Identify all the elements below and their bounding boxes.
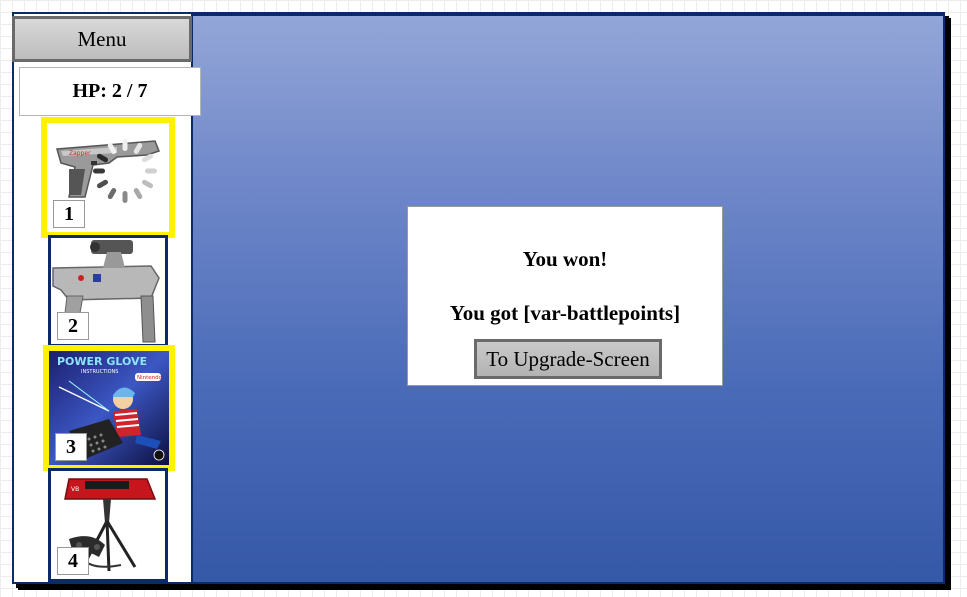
hp-display: HP: 2 / 7 — [19, 67, 201, 116]
victory-title: You won! — [522, 247, 608, 271]
svg-text:Zapper: Zapper — [69, 150, 91, 157]
item-card-1[interactable]: Zapper 1 — [41, 117, 175, 238]
svg-text:INSTRUCTIONS: INSTRUCTIONS — [81, 369, 118, 375]
card-number: 3 — [55, 433, 87, 461]
item-card-2[interactable]: 2 — [48, 235, 168, 347]
upgrade-screen-button[interactable]: To Upgrade-Screen — [474, 339, 662, 379]
card-number: 2 — [57, 312, 89, 340]
card-number: 4 — [57, 547, 89, 575]
card-number: 1 — [53, 200, 85, 228]
menu-button[interactable]: Menu — [12, 16, 192, 62]
item-card-4[interactable]: VB 4 — [48, 468, 168, 582]
reward-text: You got [var-battlepoints] — [449, 301, 681, 325]
svg-text:Nintendo: Nintendo — [137, 375, 163, 381]
svg-text:POWER GLOVE: POWER GLOVE — [57, 355, 147, 368]
item-card-3[interactable]: POWER GLOVE INSTRUCTIONS Nintendo 3 — [43, 345, 175, 471]
svg-text:VB: VB — [71, 486, 79, 493]
victory-dialog: You won! You got [var-battlepoints] To U… — [407, 206, 723, 386]
